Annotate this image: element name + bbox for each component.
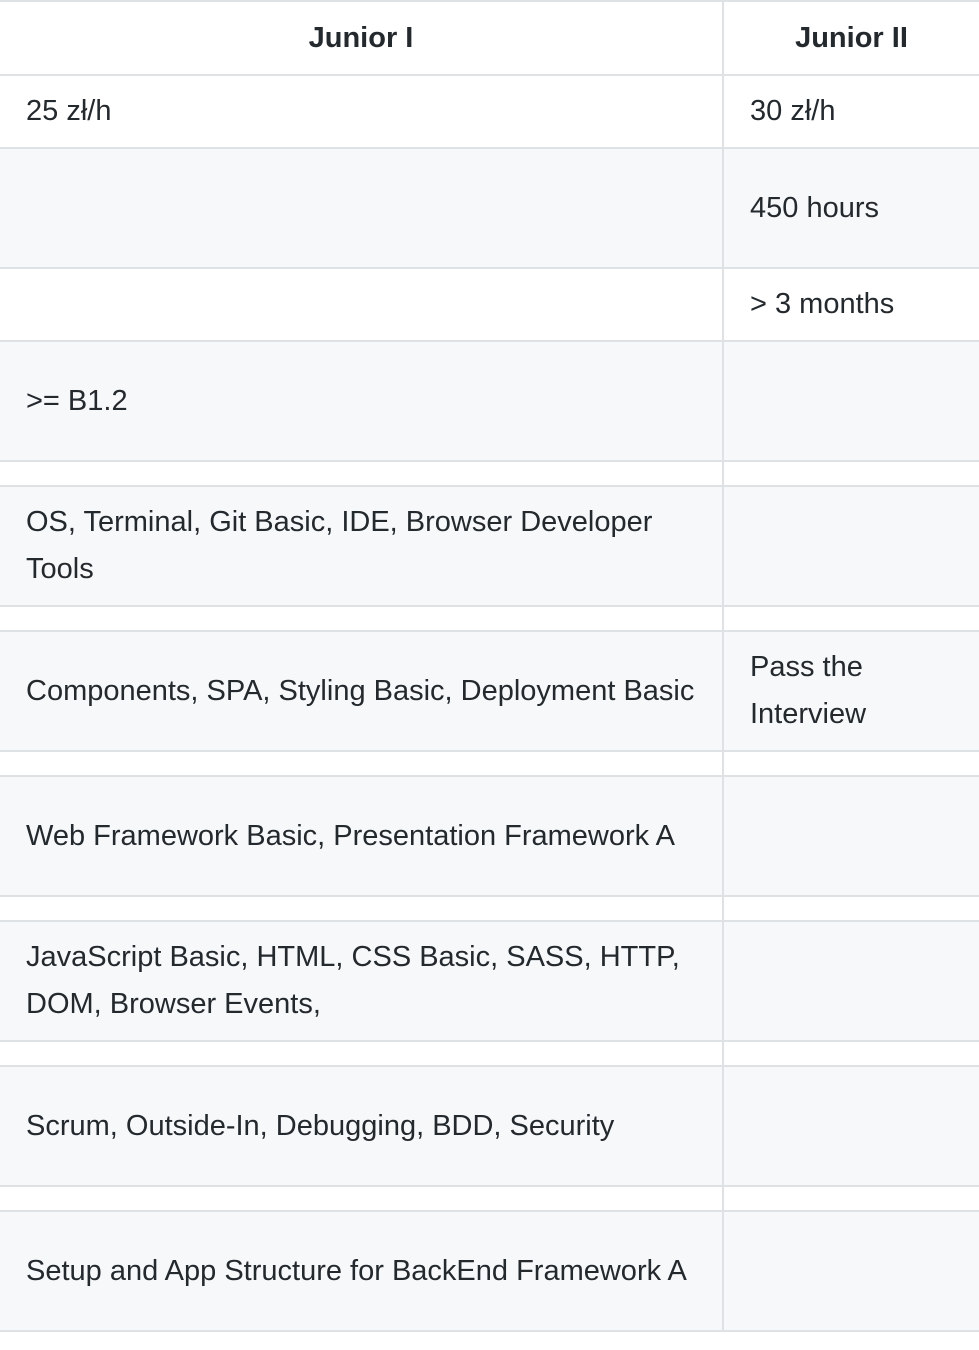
table-cell [722, 895, 979, 922]
table-cell: OS, Terminal, Git Basic, IDE, Browser De… [0, 485, 723, 607]
table-row-backend: Setup and App Structure for BackEnd Fram… [0, 1210, 979, 1332]
table-cell: > 3 months [722, 267, 979, 342]
table-cell [722, 750, 979, 777]
table-cell [0, 750, 723, 777]
table-row-spacer [0, 895, 979, 922]
table-cell [722, 1065, 979, 1187]
table-cell: Scrum, Outside-In, Debugging, BDD, Secur… [0, 1065, 723, 1187]
table-row-spacer [0, 1040, 979, 1067]
table-cell [0, 460, 723, 487]
table-cell: >= B1.2 [0, 340, 723, 462]
table-row-duration: > 3 months [0, 267, 979, 342]
table-row-frontend: Components, SPA, Styling Basic, Deployme… [0, 630, 979, 752]
table-cell [722, 340, 979, 462]
table-cell [722, 1185, 979, 1212]
table-cell: 25 zł/h [0, 74, 723, 149]
table-row-hours: 450 hours [0, 147, 979, 269]
table-cell [722, 460, 979, 487]
table-row-web-framework: Web Framework Basic, Presentation Framew… [0, 775, 979, 897]
table-cell: 450 hours [722, 147, 979, 269]
table-cell: 30 zł/h [722, 74, 979, 149]
table-cell [722, 1210, 979, 1332]
table-cell [0, 147, 723, 269]
header-junior-2: Junior II [722, 0, 979, 76]
table-cell [0, 605, 723, 632]
table-cell: Pass the Interview [722, 630, 979, 752]
table-row-spacer [0, 750, 979, 777]
levels-table: Junior I Junior II 25 zł/h 30 zł/h 450 h… [0, 0, 979, 1332]
table-cell [722, 485, 979, 607]
header-junior-1: Junior I [0, 0, 723, 76]
table-row-rate: 25 zł/h 30 zł/h [0, 74, 979, 149]
table-row-tools: OS, Terminal, Git Basic, IDE, Browser De… [0, 485, 979, 607]
table-cell [722, 920, 979, 1042]
table-cell [0, 1185, 723, 1212]
table-cell [722, 1040, 979, 1067]
table-cell: Setup and App Structure for BackEnd Fram… [0, 1210, 723, 1332]
table-row-javascript: JavaScript Basic, HTML, CSS Basic, SASS,… [0, 920, 979, 1042]
table-cell [722, 605, 979, 632]
table-cell [0, 895, 723, 922]
table-row-practices: Scrum, Outside-In, Debugging, BDD, Secur… [0, 1065, 979, 1187]
table-cell [0, 267, 723, 342]
table-cell: Components, SPA, Styling Basic, Deployme… [0, 630, 723, 752]
table-cell: Web Framework Basic, Presentation Framew… [0, 775, 723, 897]
table-row-spacer [0, 605, 979, 632]
table-cell [0, 1040, 723, 1067]
table-row-spacer [0, 460, 979, 487]
table-cell [722, 775, 979, 897]
table-cell: JavaScript Basic, HTML, CSS Basic, SASS,… [0, 920, 723, 1042]
table-row-language: >= B1.2 [0, 340, 979, 462]
table-row-spacer [0, 1185, 979, 1212]
header-row: Junior I Junior II [0, 0, 979, 76]
